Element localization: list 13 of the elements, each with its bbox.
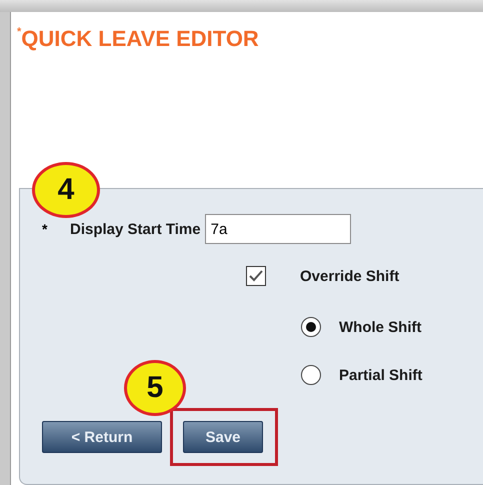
start-time-field[interactable]: 7a: [204, 214, 351, 244]
required-marker: *: [42, 221, 48, 237]
radio-label: Whole Shift: [339, 318, 422, 336]
checkbox-label: Override Shift: [300, 268, 400, 284]
required-marker: *: [17, 26, 22, 38]
radio-label: Partial Shift: [339, 366, 422, 384]
radio-button[interactable]: [301, 317, 321, 337]
return-button[interactable]: < Return: [42, 421, 162, 453]
save-button[interactable]: Save: [183, 421, 263, 453]
dialog-title: QUICK LEAVE EDITOR: [21, 26, 259, 52]
radio-button[interactable]: [301, 365, 321, 385]
field-label: Display Start Time: [70, 220, 201, 238]
override-checkbox[interactable]: [246, 266, 266, 286]
